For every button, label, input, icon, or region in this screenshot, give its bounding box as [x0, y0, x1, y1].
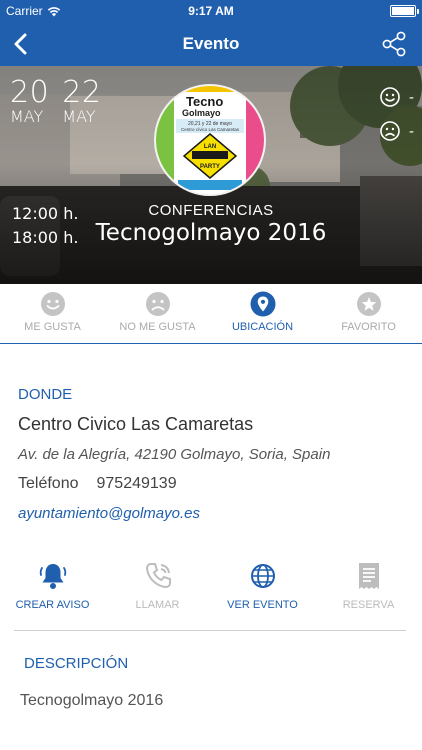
phone-row[interactable]: Teléfono 975249139: [18, 475, 177, 493]
venue-name: Centro Civico Las Camaretas: [18, 414, 254, 434]
start-date: 20 MAY: [10, 78, 49, 126]
poster-sign-bottom: PARTY: [200, 164, 220, 170]
create-alert-label: CREAR AVISO: [15, 599, 90, 611]
battery-icon: [390, 5, 419, 17]
likes-value: -: [409, 88, 414, 106]
create-alert-button[interactable]: CREAR AVISO: [0, 560, 105, 611]
event-tools: CREAR AVISO LLAMAR VER EVENTO RESERVA: [0, 556, 422, 616]
view-event-label: VER EVENTO: [227, 599, 298, 611]
frown-icon: [380, 121, 400, 141]
poster-sign-top: LAN: [204, 144, 216, 150]
call-button[interactable]: LLAMAR: [105, 560, 210, 611]
call-label: LLAMAR: [135, 599, 180, 611]
start-month: MAY: [10, 107, 44, 126]
venue-address[interactable]: Av. de la Alegría, 42190 Golmayo, Soria,…: [18, 446, 330, 463]
phone-label: Teléfono: [18, 475, 79, 492]
receipt-icon: [358, 563, 379, 589]
divider: [14, 630, 406, 631]
action-bar: ME GUSTA NO ME GUSTA UBICACIÓN FAVORITO: [0, 284, 422, 344]
status-bar: Carrier 9:17 AM: [0, 0, 422, 22]
event-hero: 20 MAY 22 MAY 12:00 h. 18:00 h. Tecno Go…: [0, 66, 422, 284]
bell-icon: [39, 564, 66, 589]
like-label: ME GUSTA: [24, 321, 81, 333]
poster-image: Tecno Golmayo 20,21 y 22 de mayo Centro …: [156, 86, 264, 194]
event-dates: 20 MAY 22 MAY: [10, 78, 109, 126]
poster-title-line2: Golmayo: [182, 108, 221, 118]
location-button[interactable]: UBICACIÓN: [210, 290, 315, 333]
dislike-button[interactable]: NO ME GUSTA: [105, 290, 210, 333]
like-button[interactable]: ME GUSTA: [0, 290, 105, 333]
phone-number[interactable]: 975249139: [97, 475, 177, 492]
dislike-label: NO ME GUSTA: [119, 321, 196, 333]
smile-icon: [380, 87, 400, 107]
favorite-label: FAVORITO: [341, 321, 396, 333]
poster-venue: Centro cívico Las Camaretas: [181, 127, 240, 132]
start-day: 20: [10, 75, 50, 110]
event-title: Tecnogolmayo 2016: [95, 220, 327, 246]
nav-bar: Evento: [0, 22, 422, 66]
end-month: MAY: [62, 107, 96, 126]
favorite-button[interactable]: FAVORITO: [316, 290, 421, 333]
star-icon: [356, 292, 381, 316]
event-category: CONFERENCIAS: [148, 202, 274, 219]
smile-icon: [40, 292, 65, 316]
share-icon[interactable]: [380, 30, 408, 58]
location-pin-icon: [250, 291, 275, 317]
description-text: Tecnogolmayo 2016: [20, 692, 164, 709]
phone-icon: [145, 563, 171, 589]
page-title: Evento: [182, 34, 240, 53]
location-label: UBICACIÓN: [231, 321, 294, 333]
poster-title-line1: Tecno: [186, 94, 223, 109]
location-heading: DONDE: [18, 386, 73, 403]
end-date: 22 MAY: [62, 78, 101, 126]
event-poster[interactable]: Tecno Golmayo 20,21 y 22 de mayo Centro …: [154, 84, 266, 196]
dislikes-value: -: [409, 122, 414, 140]
globe-icon: [250, 564, 275, 588]
reserve-label: RESERVA: [342, 599, 395, 611]
clock: 9:17 AM: [188, 4, 234, 18]
likes-count: -: [379, 86, 414, 108]
dislikes-count: -: [379, 120, 414, 142]
end-day: 22: [62, 75, 102, 110]
frown-icon: [145, 292, 170, 316]
email-link[interactable]: ayuntamiento@golmayo.es: [18, 505, 200, 522]
reserve-button[interactable]: RESERVA: [316, 560, 421, 611]
view-event-button[interactable]: VER EVENTO: [210, 560, 315, 611]
description-heading: DESCRIPCIÓN: [24, 655, 129, 672]
